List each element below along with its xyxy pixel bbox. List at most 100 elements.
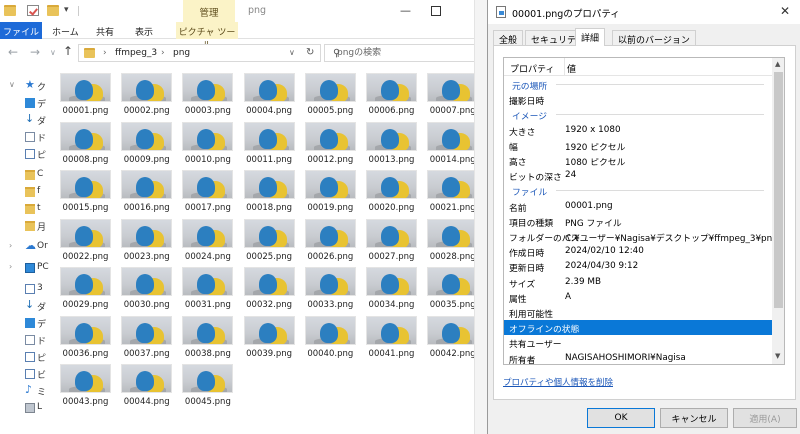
remove-properties-link[interactable]: プロパティや個人情報を削除: [503, 376, 613, 388]
file-item[interactable]: 00040.png: [303, 313, 358, 359]
new-folder-icon[interactable]: [47, 5, 59, 16]
quick-access-dropdown[interactable]: ▾: [64, 5, 69, 15]
details-row[interactable]: 高さ 1080 ピクセル: [504, 153, 772, 168]
file-item[interactable]: 00004.png: [242, 70, 297, 116]
file-item[interactable]: 00044.png: [119, 361, 174, 407]
navpane-item[interactable]: ド: [0, 332, 55, 349]
search-box[interactable]: ⚲: [324, 44, 487, 62]
navpane-item[interactable]: 月: [0, 218, 55, 235]
file-item[interactable]: 00038.png: [180, 313, 235, 359]
navpane-item[interactable]: デ: [0, 95, 55, 112]
breadcrumb-separator[interactable]: ›: [103, 48, 107, 58]
ok-button[interactable]: OK: [587, 408, 655, 428]
details-row[interactable]: 名前 00001.png: [504, 199, 772, 214]
column-divider[interactable]: [564, 58, 565, 76]
address-bar[interactable]: › ffmpeg_3 › png ∨ ↻: [78, 44, 321, 62]
file-item[interactable]: 00019.png: [303, 167, 358, 213]
file-item[interactable]: 00015.png: [58, 167, 113, 213]
file-item[interactable]: 00021.png: [425, 167, 480, 213]
details-row[interactable]: ビットの深さ 24: [504, 168, 772, 183]
file-item[interactable]: 00014.png: [425, 119, 480, 165]
details-row[interactable]: 項目の種類 PNG ファイル: [504, 214, 772, 229]
file-item[interactable]: 00027.png: [364, 216, 419, 262]
file-item[interactable]: 00032.png: [242, 264, 297, 310]
file-item[interactable]: 00041.png: [364, 313, 419, 359]
expand-chevron-icon[interactable]: ›: [9, 262, 12, 271]
breadcrumb-separator[interactable]: ›: [161, 48, 165, 58]
column-header-value[interactable]: 値: [567, 62, 576, 75]
file-item[interactable]: 00042.png: [425, 313, 480, 359]
details-scrollbar[interactable]: ▲ ▼: [772, 58, 784, 364]
file-item[interactable]: 00022.png: [58, 216, 113, 262]
maximize-icon[interactable]: [431, 6, 441, 16]
navpane-item[interactable]: 3: [0, 281, 55, 298]
details-row[interactable]: 属性 A: [504, 290, 772, 305]
file-item[interactable]: 00036.png: [58, 313, 113, 359]
navpane-item[interactable]: L: [0, 400, 55, 417]
navpane-item[interactable]: t: [0, 201, 55, 218]
pane-scrollbar[interactable]: [474, 0, 487, 434]
details-row[interactable]: サイズ 2.39 MB: [504, 275, 772, 290]
scrollbar-thumb[interactable]: [774, 72, 783, 308]
column-header-property[interactable]: プロパティ: [510, 62, 554, 75]
file-item[interactable]: 00023.png: [119, 216, 174, 262]
details-row[interactable]: 大きさ 1920 x 1080: [504, 123, 772, 138]
file-item[interactable]: 00011.png: [242, 119, 297, 165]
navpane-item[interactable]: f: [0, 184, 55, 201]
refresh-icon[interactable]: ↻: [306, 47, 314, 58]
search-input[interactable]: [337, 46, 477, 60]
file-item[interactable]: 00013.png: [364, 119, 419, 165]
navpane-item[interactable]: ↓ ダ: [0, 112, 55, 129]
scroll-down-icon[interactable]: ▼: [775, 352, 780, 360]
close-icon[interactable]: ✕: [780, 4, 790, 18]
file-item[interactable]: 00016.png: [119, 167, 174, 213]
file-item[interactable]: 00029.png: [58, 264, 113, 310]
file-item[interactable]: 00008.png: [58, 119, 113, 165]
details-row[interactable]: 利用可能性: [504, 305, 772, 320]
file-item[interactable]: 00018.png: [242, 167, 297, 213]
navpane-item[interactable]: › PC: [0, 260, 55, 277]
breadcrumb-item[interactable]: png: [173, 48, 190, 58]
file-item[interactable]: 00010.png: [180, 119, 235, 165]
file-item[interactable]: 00009.png: [119, 119, 174, 165]
tab-previous-versions[interactable]: 以前のバージョン: [612, 30, 696, 46]
navpane-item[interactable]: ピ: [0, 349, 55, 366]
details-row[interactable]: 共有ユーザー: [504, 335, 772, 350]
scroll-up-icon[interactable]: ▲: [775, 60, 780, 68]
file-item[interactable]: 00024.png: [180, 216, 235, 262]
chevron-down-icon[interactable]: ∨: [289, 48, 295, 57]
details-row[interactable]: 幅 1920 ピクセル: [504, 138, 772, 153]
details-row[interactable]: 作成日時 2024/02/10 12:40: [504, 244, 772, 259]
file-item[interactable]: 00006.png: [364, 70, 419, 116]
tab-details[interactable]: 詳細: [575, 28, 606, 46]
up-arrow-icon[interactable]: ↑: [63, 44, 73, 58]
file-item[interactable]: 00043.png: [58, 361, 113, 407]
details-group-header[interactable]: ファイル: [504, 183, 772, 198]
minimize-icon[interactable]: —: [400, 4, 411, 17]
navpane-item[interactable]: › ☁ Or: [0, 239, 55, 256]
file-item[interactable]: 00031.png: [180, 264, 235, 310]
navpane-item[interactable]: ド: [0, 129, 55, 146]
tab-picture-tools[interactable]: ピクチャ ツール: [176, 22, 238, 51]
file-item[interactable]: 00012.png: [303, 119, 358, 165]
file-item[interactable]: 00045.png: [180, 361, 235, 407]
tab-home[interactable]: ホーム: [52, 22, 79, 39]
file-item[interactable]: 00017.png: [180, 167, 235, 213]
expand-chevron-icon[interactable]: ›: [9, 241, 12, 250]
file-item[interactable]: 00033.png: [303, 264, 358, 310]
details-group-header[interactable]: イメージ: [504, 107, 772, 122]
details-row[interactable]: フォルダーのパス C:¥ユーザー¥Nagisa¥デスクトップ¥ffmpeg_3¥p…: [504, 229, 778, 244]
cancel-button[interactable]: キャンセル: [660, 408, 728, 428]
details-row[interactable]: オフラインの状態: [504, 320, 772, 336]
navpane-item[interactable]: ピ: [0, 146, 55, 163]
manage-contextual-tab[interactable]: 管理: [183, 0, 235, 22]
file-item[interactable]: 00028.png: [425, 216, 480, 262]
expand-chevron-icon[interactable]: ∨: [9, 80, 15, 89]
navpane-item[interactable]: C: [0, 167, 55, 184]
file-item[interactable]: 00035.png: [425, 264, 480, 310]
properties-check-icon[interactable]: [27, 5, 39, 16]
breadcrumb-item[interactable]: ffmpeg_3: [115, 48, 157, 58]
file-item[interactable]: 00030.png: [119, 264, 174, 310]
tab-general[interactable]: 全般: [493, 30, 524, 46]
navpane-item[interactable]: デ: [0, 315, 55, 332]
